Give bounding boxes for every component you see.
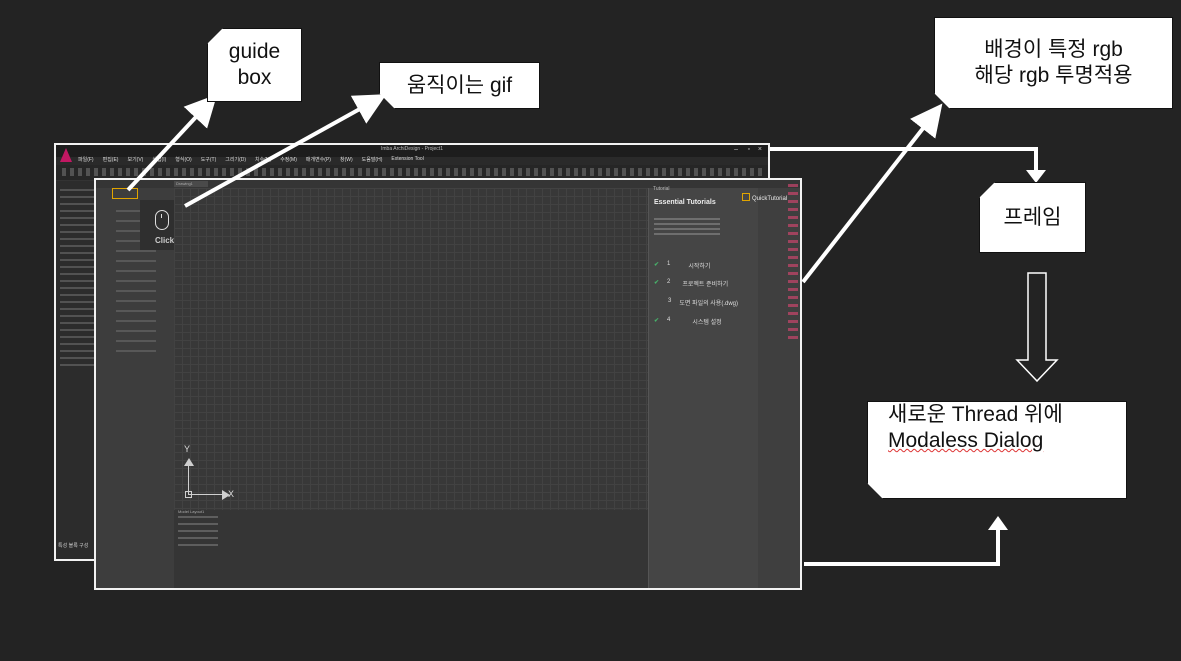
drawing-canvas[interactable]: Y X bbox=[174, 188, 648, 510]
menu-item[interactable]: 편집(E) bbox=[103, 156, 119, 164]
menu-item[interactable]: 창(W) bbox=[340, 156, 353, 164]
down-arrow-icon bbox=[1015, 272, 1059, 383]
callout-guide-box: guide box bbox=[207, 28, 302, 102]
menu-item[interactable]: 삽입(I) bbox=[152, 156, 166, 164]
tutorial-item-label: 시스템 설정 bbox=[692, 320, 722, 326]
quick-tutorial-icon bbox=[742, 193, 750, 201]
tutorial-item[interactable]: ✔ 4 시스템 설정 bbox=[654, 317, 722, 326]
callout-text: Modaless Dialog bbox=[888, 429, 1044, 452]
quick-tutorial-label: QuickTutorial bbox=[752, 196, 788, 202]
axis-x-line bbox=[188, 494, 224, 496]
menu-item[interactable]: 도움말(H) bbox=[362, 156, 383, 164]
menu-item[interactable]: 도구(T) bbox=[201, 156, 217, 164]
right-toolbar-strip[interactable] bbox=[788, 184, 798, 344]
axis-x-label: X bbox=[228, 489, 235, 499]
close-icon[interactable]: × bbox=[758, 146, 762, 153]
tutorial-panel-label: Tutorial bbox=[653, 186, 670, 192]
tutorial-item-label: 시작하기 bbox=[688, 264, 711, 270]
mouse-icon bbox=[155, 210, 169, 230]
left-panel-tabs[interactable]: 특성 블록 구성 bbox=[58, 542, 88, 549]
tutorial-item-number: 2 bbox=[667, 279, 671, 285]
menu-bar: 파일(F) 편집(E) 보기(V) 삽입(I) 형식(O) 도구(T) 그리기(… bbox=[78, 156, 424, 164]
background-rgb-arrow bbox=[801, 103, 943, 284]
tutorial-title: Essential Tutorials bbox=[654, 199, 716, 206]
callout-background-rgb: 배경이 특정 rgb 해당 rgb 투명적용 bbox=[934, 17, 1173, 109]
menu-item[interactable]: 매개변수(P) bbox=[306, 156, 331, 164]
menu-item[interactable]: Extension Tool bbox=[391, 156, 423, 164]
axis-y-label: Y bbox=[184, 444, 191, 454]
menu-item[interactable]: 파일(F) bbox=[78, 156, 94, 164]
document-tab[interactable]: Drawing1 bbox=[174, 181, 208, 187]
callout-text: guide bbox=[228, 40, 281, 63]
menu-item[interactable]: 형식(O) bbox=[175, 156, 191, 164]
ucs-origin-icon bbox=[185, 491, 192, 498]
tutorial-item[interactable]: ✔ 2 프로젝트 준비하기 bbox=[654, 279, 728, 288]
callout-thread-dialog: 새로운 Thread 위에 Modaless Dialog bbox=[867, 401, 1127, 499]
tutorial-item[interactable]: ✔ 1 시작하기 bbox=[654, 261, 710, 270]
tutorial-item-number: 4 bbox=[667, 317, 671, 323]
menu-item[interactable]: 치수(N) bbox=[255, 156, 271, 164]
frame-arrow-head bbox=[1026, 170, 1046, 183]
menu-item[interactable]: 그리기(D) bbox=[225, 156, 246, 164]
tutorial-item-number: 3 bbox=[668, 298, 672, 304]
maximize-icon[interactable]: ▫ bbox=[748, 146, 750, 153]
tutorial-panel: Tutorial Essential Tutorials ✔ 1 시작하기 ✔ … bbox=[648, 186, 758, 588]
app-title: Imba ArchiDesign - Project1 bbox=[381, 146, 443, 152]
menu-item[interactable]: 수정(M) bbox=[280, 156, 297, 164]
check-icon: ✔ bbox=[654, 280, 660, 286]
callout-text: 배경이 특정 rgb bbox=[984, 38, 1123, 61]
layout-tabs[interactable]: Model Layout1 bbox=[178, 509, 204, 514]
frame-window: Drawing1 Click Y X Model Layout1 Tutoria… bbox=[94, 178, 802, 590]
check-icon: ✔ bbox=[654, 262, 660, 268]
callout-text: 프레임 bbox=[1003, 205, 1062, 229]
minimize-icon[interactable]: – bbox=[734, 146, 738, 153]
gif-click-label: Click bbox=[155, 236, 175, 245]
dialog-arrow-head bbox=[988, 516, 1008, 530]
properties-panel: 특성 블록 구성 bbox=[56, 181, 98, 559]
tutorial-item-label: 프로젝트 준비하기 bbox=[682, 282, 729, 288]
dialog-elbow-line bbox=[804, 527, 1000, 566]
check-icon: ✔ bbox=[654, 318, 660, 324]
tutorial-description bbox=[654, 218, 720, 238]
callout-text: box bbox=[237, 66, 272, 89]
properties-list bbox=[60, 189, 96, 369]
command-history bbox=[178, 516, 218, 550]
frame-header: Drawing1 bbox=[96, 180, 800, 188]
callout-text: 움직이는 gif bbox=[406, 73, 513, 97]
callout-frame: 프레임 bbox=[979, 182, 1086, 253]
quick-tutorial-button[interactable]: QuickTutorial bbox=[742, 193, 787, 202]
guide-box-highlight bbox=[112, 188, 138, 199]
tutorial-item-number: 1 bbox=[667, 261, 671, 267]
callout-moving-gif: 움직이는 gif bbox=[379, 62, 540, 109]
toolbar-icons[interactable] bbox=[62, 168, 762, 176]
command-line-area[interactable]: Model Layout1 bbox=[174, 509, 648, 588]
tutorial-item-label: 도면 파일의 사용(.dwg) bbox=[679, 301, 738, 307]
menu-item[interactable]: 보기(V) bbox=[127, 156, 143, 164]
callout-text: 새로운 Thread 위에 bbox=[888, 403, 1063, 426]
tutorial-item[interactable]: 3 도면 파일의 사용(.dwg) bbox=[654, 298, 738, 307]
callout-text: 해당 rgb 투명적용 bbox=[974, 64, 1133, 87]
frame-elbow-line bbox=[770, 147, 1038, 173]
